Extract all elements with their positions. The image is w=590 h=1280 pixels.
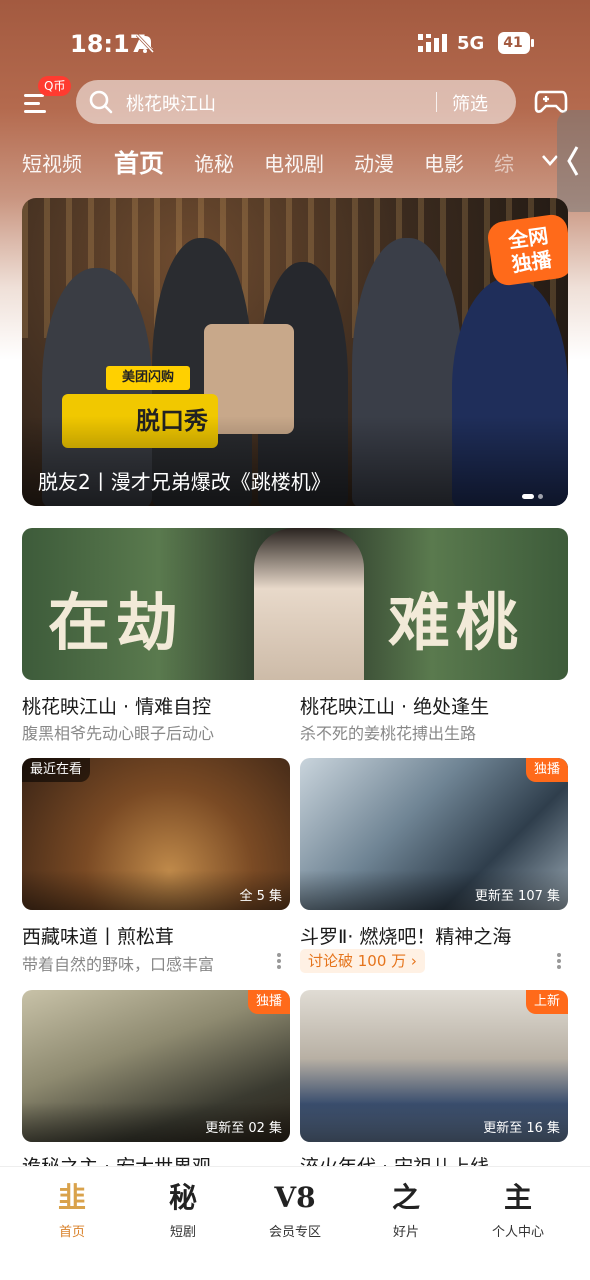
video-card-thumbnail[interactable]: 独播 更新至 107 集 bbox=[300, 758, 568, 910]
hero-banner[interactable]: 美团闪购 脱口秀 全网 独播 脱友2丨漫才兄弟爆改《跳楼机》 bbox=[22, 198, 568, 506]
recent-tag: 最近在看 bbox=[22, 758, 91, 782]
tab-tv-series[interactable]: 电视剧 bbox=[264, 148, 324, 177]
video-card-thumbnail[interactable]: 最近在看 全 5 集 bbox=[22, 758, 290, 910]
bottom-navigation: 韭 首页 秘 短剧 V8 会员专区 之 好片 主 个人中心 bbox=[0, 1166, 590, 1280]
filter-button[interactable]: 筛选 bbox=[452, 90, 488, 116]
category-tabs: 短视频 首页 诡秘 电视剧 动漫 电影 综 bbox=[22, 144, 542, 180]
carousel-dot-active bbox=[522, 494, 534, 499]
profile-icon: 主 bbox=[503, 1181, 532, 1214]
short-drama-icon: 秘 bbox=[168, 1181, 197, 1214]
vip-icon: V8 bbox=[274, 1181, 316, 1214]
carousel-dot bbox=[538, 494, 543, 499]
search-divider bbox=[436, 92, 437, 112]
tab-short-video[interactable]: 短视频 bbox=[22, 148, 82, 177]
good-films-icon: 之 bbox=[391, 1181, 420, 1214]
exclusive-tag: 独播 bbox=[525, 758, 568, 782]
promo-word-right: 难桃 bbox=[388, 586, 525, 659]
video-card-thumbnail[interactable]: 独播 更新至 02 集 bbox=[22, 990, 290, 1142]
status-bar: 18:17 5G 41 bbox=[0, 0, 590, 80]
promo-figure bbox=[254, 528, 364, 680]
sponsor-tag: 美团闪购 bbox=[106, 366, 190, 390]
episode-count: 全 5 集 bbox=[239, 889, 282, 904]
promo-subtitle-left: 腹黑相爷先动心眼子后动心 bbox=[22, 724, 215, 743]
video-title[interactable]: 西藏味道丨煎松茸 bbox=[22, 922, 174, 949]
banner-caption: 脱友2丨漫才兄弟爆改《跳楼机》 bbox=[38, 470, 331, 494]
more-options-icon[interactable] bbox=[556, 952, 562, 970]
signal-icon bbox=[418, 34, 447, 52]
battery-level: 41 bbox=[503, 35, 523, 51]
side-panel-handle[interactable] bbox=[557, 110, 590, 212]
episode-count: 更新至 02 集 bbox=[205, 1121, 282, 1136]
home-icon: 韭 bbox=[57, 1181, 86, 1214]
nav-profile[interactable]: 主 个人中心 bbox=[472, 1179, 564, 1240]
nav-label: 好片 bbox=[392, 1225, 419, 1240]
chevron-left-icon bbox=[567, 146, 579, 176]
search-bar[interactable]: 桃花映江山 筛选 bbox=[76, 80, 516, 124]
promo-card[interactable]: 在劫 难桃 bbox=[22, 528, 568, 680]
battery-icon: 41 bbox=[498, 32, 536, 54]
tab-movie[interactable]: 电影 bbox=[424, 148, 464, 177]
promo-subtitle-right: 杀不死的姜桃花搏出生路 bbox=[300, 724, 477, 743]
video-title[interactable]: 斗罗Ⅱ· 燃烧吧！精神之海 bbox=[300, 922, 511, 949]
nav-label: 会员专区 bbox=[268, 1225, 321, 1240]
nav-label: 首页 bbox=[58, 1225, 85, 1240]
tab-home[interactable]: 首页 bbox=[114, 144, 164, 180]
episode-count: 更新至 107 集 bbox=[474, 889, 560, 904]
carousel-dots bbox=[522, 484, 547, 503]
nav-good-films[interactable]: 之 好片 bbox=[360, 1179, 452, 1240]
episode-count: 更新至 16 集 bbox=[483, 1121, 560, 1136]
promo-title-right[interactable]: 桃花映江山 · 绝处逢生 bbox=[300, 692, 489, 719]
discussion-tag[interactable]: 讨论破 100 万 › bbox=[300, 949, 425, 973]
exclusive-badge: 全网 独播 bbox=[485, 212, 568, 288]
promo-word-left: 在劫 bbox=[48, 586, 185, 659]
tab-mystery[interactable]: 诡秘 bbox=[194, 148, 234, 177]
search-input[interactable]: 桃花映江山 bbox=[126, 90, 216, 116]
tab-variety[interactable]: 综 bbox=[494, 148, 514, 177]
network-type: 5G bbox=[457, 33, 485, 54]
video-card-thumbnail[interactable]: 上新 更新至 16 集 bbox=[300, 990, 568, 1142]
tab-anime[interactable]: 动漫 bbox=[354, 148, 394, 177]
video-subtitle: 带着自然的野味，口感丰富 bbox=[22, 955, 215, 974]
promo-title-left[interactable]: 桃花映江山 · 情难自控 bbox=[22, 692, 211, 719]
more-options-icon[interactable] bbox=[276, 952, 282, 970]
nav-short-drama[interactable]: 秘 短剧 bbox=[137, 1179, 229, 1240]
nav-label: 短剧 bbox=[169, 1225, 196, 1240]
search-icon bbox=[89, 90, 113, 114]
coin-badge[interactable]: Q币 bbox=[38, 76, 72, 96]
nav-home[interactable]: 韭 首页 bbox=[26, 1179, 118, 1240]
exclusive-tag: 独播 bbox=[247, 990, 290, 1014]
muted-bell-icon bbox=[135, 33, 155, 54]
nav-label: 个人中心 bbox=[491, 1225, 544, 1240]
nav-vip[interactable]: V8 会员专区 bbox=[249, 1179, 341, 1240]
new-tag: 上新 bbox=[525, 990, 568, 1014]
